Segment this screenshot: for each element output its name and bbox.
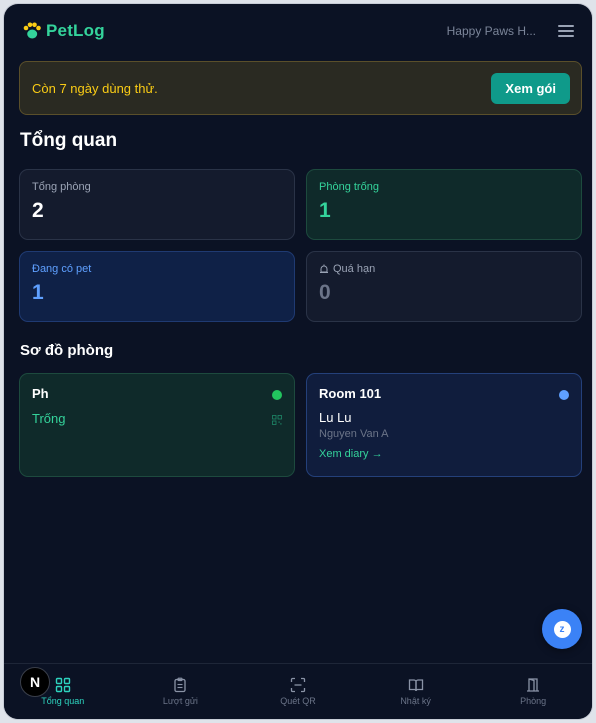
stat-occupied-rooms: Đang có pet 1 — [19, 251, 295, 322]
app-frame: PetLog Happy Paws H... Còn 7 ngày dùng t… — [4, 4, 592, 719]
menu-line — [558, 35, 574, 37]
org-name[interactable]: Happy Paws H... — [447, 24, 536, 38]
room-name: Room 101 — [319, 386, 382, 401]
bottom-nav: Tổng quan Lượt gửi Quét QR Nhật ký Phòng — [4, 663, 592, 719]
overview-title: Tổng quan — [20, 130, 118, 151]
brand-logo[interactable]: PetLog — [22, 21, 105, 41]
nav-label: Quét QR — [280, 696, 316, 706]
nav-label: Tổng quan — [41, 696, 85, 706]
trial-message: Còn 7 ngày dùng thử. — [32, 80, 158, 96]
nav-item-checkins[interactable]: Lượt gửi — [122, 664, 240, 719]
stat-value: 2 — [32, 199, 44, 222]
clipboard-icon — [174, 677, 187, 693]
paw-icon — [23, 22, 41, 39]
top-bar: PetLog Happy Paws H... — [4, 4, 592, 58]
status-dot — [559, 390, 569, 400]
stat-empty-rooms: Phòng trống 1 — [306, 169, 582, 240]
grid-icon — [55, 677, 70, 693]
dev-indicator-badge[interactable]: N — [20, 667, 50, 697]
room-status: Trống — [32, 411, 66, 426]
status-dot — [272, 390, 282, 400]
stat-label: Đang có pet — [32, 263, 92, 275]
brand-name: PetLog — [46, 21, 105, 40]
stat-label: Quá hạn — [333, 263, 376, 275]
trial-banner: Còn 7 ngày dùng thử. Xem gói — [19, 61, 582, 115]
door-icon — [527, 678, 540, 692]
stat-total-rooms: Tổng phòng 2 — [19, 169, 295, 240]
stat-value: 1 — [319, 199, 331, 222]
nav-item-scan-qr[interactable]: Quét QR — [239, 664, 357, 719]
qr-code-icon[interactable] — [272, 415, 282, 425]
stat-value: 1 — [32, 281, 44, 304]
pet-name: Lu Lu — [319, 410, 352, 425]
stat-overdue: Quá hạn 0 — [306, 251, 582, 322]
nav-label: Phòng — [520, 696, 547, 706]
alarm-icon — [320, 264, 328, 273]
hamburger-menu-icon[interactable] — [558, 25, 574, 37]
stat-label-row: Quá hạn — [319, 263, 569, 275]
nav-item-journal[interactable]: Nhật ký — [357, 664, 475, 719]
chat-icon: z — [553, 620, 571, 638]
nav-label: Nhật ký — [400, 696, 431, 706]
menu-line — [558, 30, 574, 32]
nav-label: Lượt gửi — [162, 696, 198, 706]
nav-item-rooms[interactable]: Phòng — [474, 664, 592, 719]
room-map-title: Sơ đồ phòng — [20, 342, 114, 359]
owner-name: Nguyen Van A — [319, 428, 389, 440]
book-icon — [408, 679, 423, 692]
room-card-ph[interactable]: Ph Trống — [19, 373, 295, 477]
stat-label: Tổng phòng — [32, 181, 91, 193]
room-card-101[interactable]: Room 101 Lu Lu Nguyen Van A Xem diary → — [306, 373, 582, 477]
stat-label: Phòng trống — [319, 181, 379, 193]
chat-button[interactable]: z — [542, 609, 582, 649]
stat-value: 0 — [319, 281, 331, 304]
view-plans-button[interactable]: Xem gói — [491, 72, 570, 104]
scan-icon — [290, 677, 306, 693]
nav-item-overview[interactable]: Tổng quan — [4, 664, 122, 719]
view-diary-link[interactable]: Xem diary → — [319, 448, 383, 460]
menu-line — [558, 25, 574, 27]
room-name: Ph — [32, 386, 49, 401]
